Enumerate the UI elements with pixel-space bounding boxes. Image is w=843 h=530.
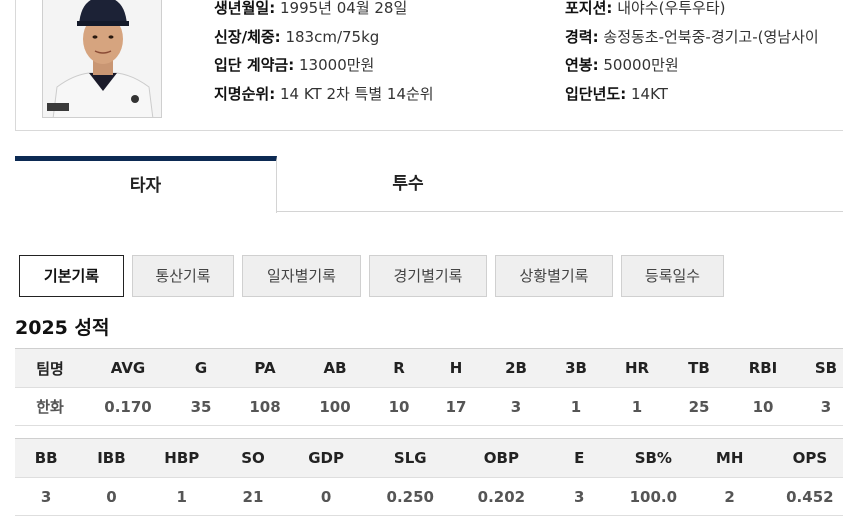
- join-year-row: 입단년도: 14KT: [565, 80, 819, 109]
- cell-avg: 0.170: [85, 387, 171, 426]
- col-gdp[interactable]: GDP: [287, 438, 365, 478]
- subtab-situation-record[interactable]: 상황별기록: [495, 255, 613, 297]
- table-row: 한화 0.170 35 108 100 10 17 3 1 1 25 10 3: [15, 387, 843, 426]
- cell-team: 한화: [15, 387, 85, 426]
- col-ibb[interactable]: IBB: [77, 438, 146, 478]
- cell-ops: 0.452: [764, 477, 843, 516]
- col-obp[interactable]: OBP: [456, 438, 547, 478]
- cell-bb: 3: [15, 477, 78, 516]
- birth-date-value: 1995년 04월 28일: [279, 0, 408, 17]
- subtab-game-record[interactable]: 경기별기록: [369, 255, 487, 297]
- col-tb[interactable]: TB: [669, 348, 729, 388]
- col-hbp[interactable]: HBP: [145, 438, 218, 478]
- col-sb-pct[interactable]: SB%: [612, 438, 695, 478]
- col-3b[interactable]: 3B: [547, 348, 605, 388]
- cell-hr: 1: [605, 387, 669, 426]
- subtab-registration-days[interactable]: 등록일수: [621, 255, 724, 297]
- col-bb[interactable]: BB: [15, 438, 78, 478]
- career-row: 경력: 송정동초-언북중-경기고-(영남사이: [565, 23, 819, 52]
- signing-bonus-label: 입단 계약금:: [214, 56, 295, 74]
- cell-2b: 3: [485, 387, 547, 426]
- col-hr[interactable]: HR: [605, 348, 669, 388]
- birth-date-label: 생년월일:: [214, 0, 276, 17]
- batting-stats-table-1: 팀명 AVG G PA AB R H 2B 3B HR TB RBI SB 한화…: [15, 348, 843, 426]
- cell-obp: 0.202: [456, 477, 547, 516]
- career-label: 경력:: [565, 27, 599, 46]
- tab-batter[interactable]: 타자: [15, 156, 277, 213]
- subtab-daily-record[interactable]: 일자별기록: [242, 255, 361, 297]
- join-year-label: 입단년도:: [565, 84, 627, 103]
- col-g[interactable]: G: [171, 348, 231, 388]
- cell-e: 3: [546, 477, 613, 516]
- cell-h: 17: [427, 387, 485, 426]
- col-2b[interactable]: 2B: [485, 348, 547, 388]
- height-weight-label: 신장/체중:: [214, 27, 281, 46]
- position-label: 포지션:: [565, 0, 613, 17]
- career-value: 송정동초-언북중-경기고-(영남사이: [603, 27, 819, 46]
- cell-r: 10: [371, 387, 427, 426]
- col-avg[interactable]: AVG: [85, 348, 171, 388]
- position-row: 포지션: 내야수(우투우타): [565, 0, 819, 23]
- salary-row: 연봉: 50000만원: [565, 51, 819, 80]
- col-rbi[interactable]: RBI: [729, 348, 797, 388]
- col-ab[interactable]: AB: [299, 348, 371, 388]
- join-year-value: 14KT: [630, 84, 668, 103]
- cell-ab: 100: [299, 387, 371, 426]
- cell-gdp: 0: [287, 477, 365, 516]
- draft-rank-value: 14 KT 2차 특별 14순위: [279, 84, 434, 103]
- height-weight-value: 183cm/75kg: [285, 27, 380, 46]
- col-slg[interactable]: SLG: [364, 438, 457, 478]
- salary-label: 연봉:: [565, 56, 599, 74]
- col-so[interactable]: SO: [217, 438, 288, 478]
- position-value: 내야수(우투우타): [617, 0, 726, 17]
- signing-bonus-row: 입단 계약금: 13000만원: [214, 51, 434, 80]
- profile-info-left: 생년월일: 1995년 04월 28일 신장/체중: 183cm/75kg 입단…: [214, 0, 434, 108]
- batting-stats-table-2: BB IBB HBP SO GDP SLG OBP E SB% MH OPS 3…: [15, 438, 843, 516]
- cell-ibb: 0: [77, 477, 146, 516]
- table-row: 3 0 1 21 0 0.250 0.202 3 100.0 2 0.452: [15, 477, 843, 516]
- cell-so: 21: [217, 477, 288, 516]
- cell-pa: 108: [231, 387, 299, 426]
- cell-g: 35: [171, 387, 231, 426]
- signing-bonus-value: 13000만원: [299, 56, 375, 74]
- col-e[interactable]: E: [546, 438, 613, 478]
- height-weight-row: 신장/체중: 183cm/75kg: [214, 23, 434, 52]
- draft-rank-row: 지명순위: 14 KT 2차 특별 14순위: [214, 80, 434, 109]
- cell-hbp: 1: [145, 477, 218, 516]
- col-sb[interactable]: SB: [797, 348, 843, 388]
- subtab-career-record[interactable]: 통산기록: [132, 255, 234, 297]
- profile-info-right: 포지션: 내야수(우투우타) 경력: 송정동초-언북중-경기고-(영남사이 연봉…: [565, 0, 819, 108]
- cell-rbi: 10: [729, 387, 797, 426]
- table-header-row: BB IBB HBP SO GDP SLG OBP E SB% MH OPS: [15, 438, 843, 478]
- col-team[interactable]: 팀명: [15, 348, 85, 388]
- main-tabs: 타자 투수: [15, 156, 843, 213]
- cell-3b: 1: [547, 387, 605, 426]
- col-ops[interactable]: OPS: [764, 438, 843, 478]
- cell-sb: 3: [797, 387, 843, 426]
- salary-value: 50000만원: [603, 56, 679, 74]
- col-mh[interactable]: MH: [694, 438, 765, 478]
- subtab-basic-record[interactable]: 기본기록: [19, 255, 124, 297]
- player-profile: 생년월일: 1995년 04월 28일 신장/체중: 183cm/75kg 입단…: [15, 0, 843, 131]
- cell-tb: 25: [669, 387, 729, 426]
- col-pa[interactable]: PA: [231, 348, 299, 388]
- tab-pitcher[interactable]: 투수: [277, 156, 539, 212]
- col-r[interactable]: R: [371, 348, 427, 388]
- birth-date-row: 생년월일: 1995년 04월 28일: [214, 0, 434, 23]
- season-title: 2025 성적: [15, 317, 110, 339]
- draft-rank-label: 지명순위:: [214, 84, 276, 103]
- cell-mh: 2: [694, 477, 765, 516]
- col-h[interactable]: H: [427, 348, 485, 388]
- player-photo: [42, 0, 162, 118]
- table-header-row: 팀명 AVG G PA AB R H 2B 3B HR TB RBI SB: [15, 348, 843, 388]
- cell-slg: 0.250: [364, 477, 457, 516]
- cell-sb-pct: 100.0: [612, 477, 695, 516]
